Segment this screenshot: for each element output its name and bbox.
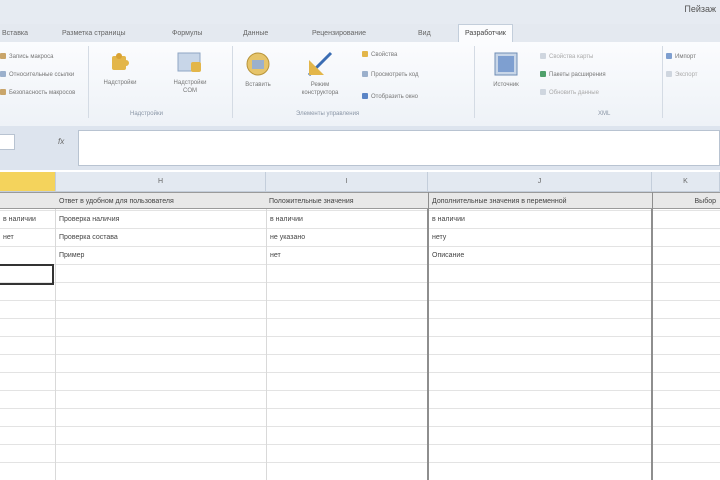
addins-group-label: Надстройки — [130, 111, 163, 117]
run-dialog-button[interactable]: Отобразить окно — [362, 92, 418, 102]
expansion-icon — [540, 71, 546, 77]
controls-group-label: Элементы управления — [296, 111, 360, 117]
formula-input[interactable] — [78, 130, 720, 166]
addins-button[interactable]: Надстройки — [96, 50, 144, 87]
warning-icon — [0, 89, 6, 95]
tab-page-layout[interactable]: Разметка страницы — [62, 27, 126, 41]
window-title: Пейзаж — [684, 4, 716, 14]
table-cell[interactable]: нету — [429, 229, 651, 246]
table-cell[interactable]: Проверка наличия — [56, 211, 266, 228]
row-line — [0, 264, 720, 265]
design-mode-button[interactable]: Режим конструктора — [296, 50, 344, 97]
macro-icon — [0, 53, 6, 59]
properties-button[interactable]: Свойства — [362, 50, 397, 60]
xml-source-button[interactable]: Источник — [482, 50, 530, 89]
row-line — [0, 390, 720, 391]
refresh-data-button[interactable]: Обновить данные — [540, 88, 599, 98]
code-icon — [362, 71, 368, 77]
export-button[interactable]: Экспорт — [666, 70, 698, 80]
row-line — [0, 426, 720, 427]
table-cell[interactable]: нет — [0, 229, 55, 246]
active-cell-selection[interactable] — [0, 264, 54, 285]
group-separator — [662, 46, 663, 118]
fx-icon[interactable]: fx — [58, 137, 64, 146]
expansion-packs-button[interactable]: Пакеты расширения — [540, 70, 606, 80]
table-cell[interactable] — [0, 247, 55, 264]
column-header-h[interactable]: H — [56, 172, 266, 192]
record-macro-button[interactable]: Запись макроса — [0, 52, 53, 62]
header-cell-k[interactable]: Выбор — [653, 192, 720, 209]
row-line — [0, 354, 720, 355]
formula-bar: fx — [0, 126, 720, 170]
toolbox-icon — [246, 52, 270, 76]
header-cell-i[interactable]: Положительные значения — [266, 192, 428, 209]
xml-source-icon — [494, 52, 518, 76]
header-cell-j[interactable]: Дополнительные значения в переменной — [429, 192, 652, 209]
row-line — [0, 336, 720, 337]
column-header-j[interactable]: J — [428, 172, 652, 192]
tab-developer[interactable]: Разработчик — [458, 24, 513, 42]
table-cell[interactable]: в наличии — [429, 211, 651, 228]
tab-view[interactable]: Вид — [418, 27, 431, 41]
tab-insert[interactable]: Вставка — [2, 27, 28, 41]
export-icon — [666, 71, 672, 77]
row-line — [0, 462, 720, 463]
table-cell[interactable]: не указано — [267, 229, 427, 246]
import-button[interactable]: Импорт — [666, 52, 696, 62]
com-addins-button[interactable]: Надстройки COM — [166, 50, 214, 95]
tab-review[interactable]: Рецензирование — [312, 27, 366, 41]
design-mode-icon — [307, 51, 333, 77]
column-border-thick — [651, 192, 653, 480]
tab-data[interactable]: Данные — [243, 27, 268, 41]
properties-icon — [362, 51, 368, 57]
name-box[interactable] — [0, 134, 15, 150]
row-line — [0, 444, 720, 445]
row-line — [0, 282, 720, 283]
insert-control-button[interactable]: Вставить — [234, 50, 282, 89]
puzzle-icon — [112, 53, 129, 70]
refresh-icon — [540, 89, 546, 95]
view-code-button[interactable]: Просмотреть код — [362, 70, 418, 80]
ribbon-tabs: Вставка Разметка страницы Формулы Данные… — [0, 24, 720, 43]
title-bar: Пейзаж — [0, 0, 720, 24]
row-line — [0, 318, 720, 319]
group-separator — [474, 46, 475, 118]
map-properties-button[interactable]: Свойства карты — [540, 52, 593, 62]
com-addins-icon — [177, 52, 201, 72]
relative-refs-icon — [0, 71, 6, 77]
table-cell[interactable]: в наличии — [0, 211, 55, 228]
column-header-k[interactable]: K — [652, 172, 720, 192]
ribbon-panel: Запись макроса Относительные ссылки Безо… — [0, 42, 720, 127]
group-separator — [232, 46, 233, 118]
table-cell[interactable]: в наличии — [267, 211, 427, 228]
row-line — [0, 372, 720, 373]
table-cell[interactable]: нет — [267, 247, 427, 264]
relative-refs-button[interactable]: Относительные ссылки — [0, 70, 74, 80]
header-cell[interactable] — [0, 192, 56, 209]
column-header-selected[interactable] — [0, 172, 56, 192]
column-header-i[interactable]: I — [266, 172, 428, 192]
map-icon — [540, 53, 546, 59]
group-separator — [88, 46, 89, 118]
tab-formulas[interactable]: Формулы — [172, 27, 202, 41]
table-cell[interactable]: Проверка состава — [56, 229, 266, 246]
macro-security-button[interactable]: Безопасность макросов — [0, 88, 75, 98]
table-cell[interactable]: Пример — [56, 247, 266, 264]
dialog-icon — [362, 93, 368, 99]
row-line — [0, 300, 720, 301]
row-line — [0, 408, 720, 409]
header-cell-h[interactable]: Ответ в удобном для пользователя — [56, 192, 266, 209]
xml-group-label: XML — [598, 111, 611, 117]
table-cell[interactable]: Описание — [429, 247, 651, 264]
import-icon — [666, 53, 672, 59]
